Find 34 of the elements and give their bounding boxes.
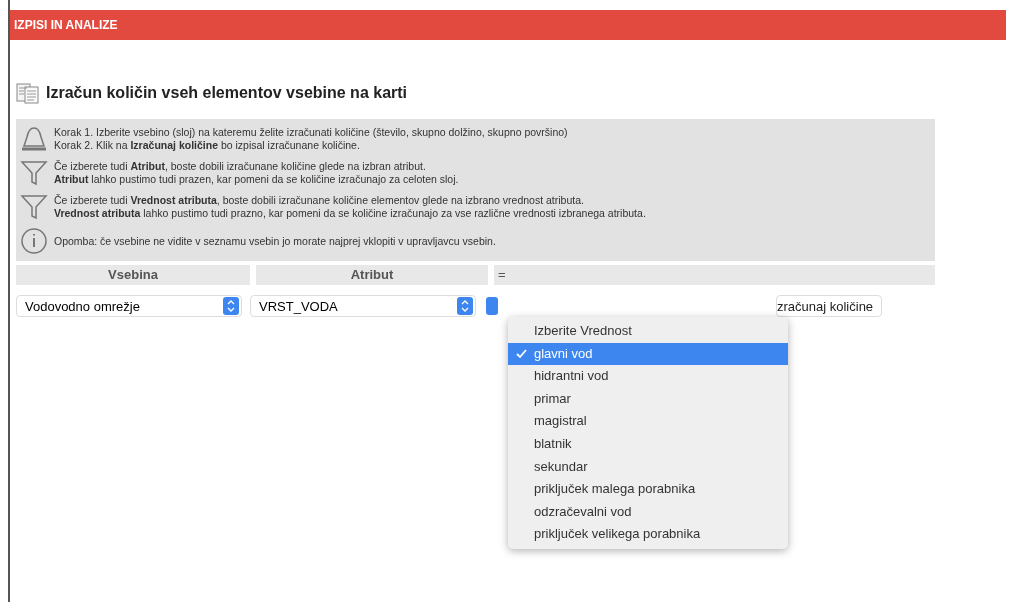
- info-icon: [20, 227, 48, 255]
- info-text: Če izberete tudi Atribut, boste dobili izračunane količine glede na izbran atribut.: [54, 160, 427, 173]
- column-header: =: [494, 265, 935, 285]
- dropdown-option[interactable]: blatnik: [508, 432, 788, 456]
- page-title: Izračun količin vseh elementov vsebine na karti: [46, 84, 408, 102]
- column-header: Atribut: [256, 265, 488, 285]
- header-title: IZPISI IN ANALIZE: [14, 18, 118, 32]
- calculate-button[interactable]: zračunaj količine: [776, 295, 883, 317]
- dropdown-option[interactable]: glavni vod: [508, 342, 788, 366]
- stepper-icon: [223, 297, 239, 315]
- stepper-icon: [457, 297, 473, 315]
- select-field[interactable]: VRST_VODA: [250, 295, 476, 317]
- bell-icon: [20, 125, 48, 153]
- dropdown-option[interactable]: magistral: [508, 410, 788, 433]
- dropdown-option[interactable]: hidrantni vod: [508, 365, 788, 388]
- dropdown-option[interactable]: primar: [508, 387, 788, 411]
- value-select[interactable]: [486, 297, 498, 315]
- info-text: Opomba: če vsebine ne vidite v seznamu vsebin jo morate najprej vklopiti v upravljavcu vsebin.: [54, 234, 496, 248]
- check-icon: [515, 348, 527, 359]
- info-text: Korak 2. Klik na Izračunaj količine bo izpisal izračunane količine.: [54, 139, 361, 152]
- document-icon: [16, 82, 40, 104]
- info-text: Korak 1. Izberite vsebino (sloj) na kateremu želite izračunati količine (število, skupno dolžino, skupno površino): [54, 126, 568, 139]
- dropdown-option[interactable]: odzračevalni vod: [508, 500, 788, 524]
- column-header: Vsebina: [16, 265, 250, 285]
- dropdown-option[interactable]: priključek velikega porabnika: [508, 523, 788, 546]
- info-text: Vrednost atributa lahko pustimo tudi prazno, kar pomeni da se količine izračunajo za vse različne vrednosti izbranega atributa.: [54, 207, 646, 220]
- info-text: Če izberete tudi Vrednost atributa, boste dobili izračunane količine elementov glede na izbrano vrednost atributa.: [54, 194, 585, 207]
- info-text: Atribut lahko pustimo tudi prazen, kar pomeni da se količine izračunajo za celoten sloj.: [54, 173, 459, 186]
- funnel-icon: [20, 193, 48, 221]
- dropdown-option[interactable]: Izberite Vrednost: [508, 320, 788, 343]
- select-field[interactable]: Vodovodno omrežje: [16, 295, 242, 317]
- dropdown-option[interactable]: priključek malega porabnika: [508, 478, 788, 501]
- dropdown-option[interactable]: sekundar: [508, 455, 788, 479]
- funnel-icon: [20, 159, 48, 187]
